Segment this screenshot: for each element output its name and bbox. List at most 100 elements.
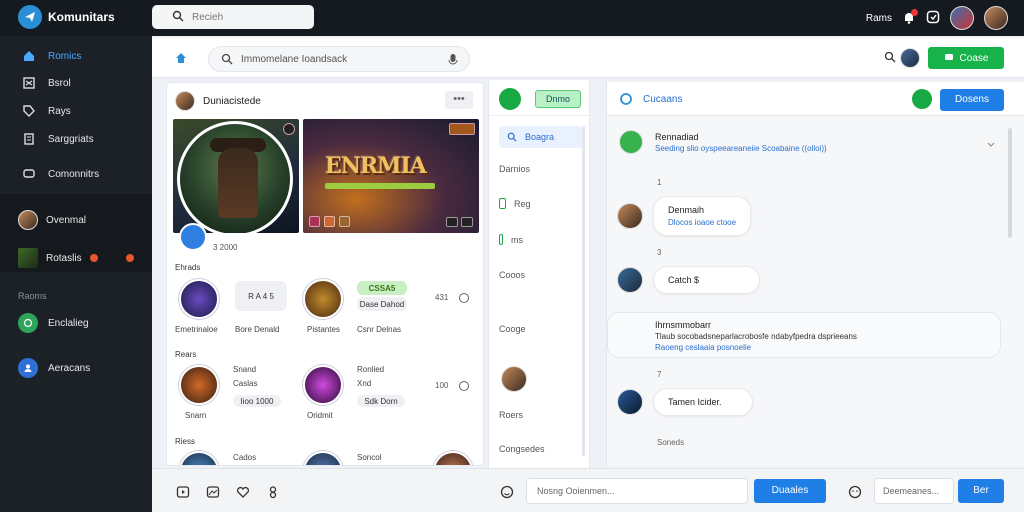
game-caption: Snarn xyxy=(185,411,207,420)
smile-icon[interactable] xyxy=(848,485,862,499)
message-bubble[interactable]: Tamen Icider. xyxy=(653,388,753,416)
category-label: Boagra xyxy=(525,132,555,142)
more-options-button[interactable]: ••• xyxy=(445,91,473,109)
heart-icon[interactable] xyxy=(236,485,250,499)
category-item[interactable]: Cooos xyxy=(499,270,525,280)
info-pill[interactable]: Dase Dahod xyxy=(357,297,407,311)
user-label[interactable]: Rams xyxy=(866,13,892,24)
image-icon[interactable] xyxy=(206,485,220,499)
thumbnail-row xyxy=(309,216,350,227)
reply-input[interactable]: Deemeanes... xyxy=(874,478,954,504)
grid-icon xyxy=(22,76,36,90)
sidebar-item-comonnitrs[interactable]: Comonnitrs xyxy=(0,162,152,186)
category-header: Dnmo xyxy=(489,80,589,116)
game-thumbnail[interactable] xyxy=(303,451,343,465)
search-placeholder: Recieh xyxy=(192,11,224,23)
avatar[interactable] xyxy=(984,6,1008,30)
info-pill[interactable]: Sdk Dorn xyxy=(357,395,405,407)
search-icon[interactable] xyxy=(884,51,896,66)
primary-button-label: Coase xyxy=(959,52,989,64)
sidebar-item-rays[interactable]: Rays xyxy=(0,99,152,123)
user-status-icon[interactable] xyxy=(912,89,932,109)
refresh-icon[interactable] xyxy=(459,381,469,391)
game-thumbnail[interactable] xyxy=(179,279,219,319)
game-thumbnail[interactable] xyxy=(179,365,219,405)
game-title: ENRMIA xyxy=(325,153,427,179)
sidebar-person[interactable]: Rotaslis xyxy=(0,246,152,270)
refresh-icon[interactable] xyxy=(459,293,469,303)
verified-badge-icon xyxy=(179,223,207,251)
game-banner[interactable]: ENRMIA xyxy=(303,119,479,233)
category-item[interactable]: Cooge xyxy=(499,324,526,334)
sidebar-item-bsrol[interactable]: Bsrol xyxy=(0,71,152,95)
category-item[interactable]: ms xyxy=(499,234,523,245)
avatar[interactable] xyxy=(950,6,974,30)
rating-pill[interactable]: R A 4 5 xyxy=(235,281,287,311)
search-icon xyxy=(172,10,184,22)
sidebar-channel[interactable]: Enclalieg xyxy=(0,311,152,335)
logo-icon[interactable] xyxy=(18,5,42,29)
people-icon[interactable] xyxy=(266,485,280,499)
message-text: Catch $ xyxy=(668,275,700,285)
message-subtext: Dlocos ioaoe ctooe xyxy=(668,218,737,227)
message-input[interactable]: Nosng Ooienmen... xyxy=(526,478,748,504)
globe-icon xyxy=(18,313,38,333)
filter-chip[interactable]: Dnmo xyxy=(535,90,581,108)
game-title: Snand xyxy=(233,365,257,374)
home-icon[interactable] xyxy=(174,51,188,68)
game-thumbnail[interactable] xyxy=(179,451,219,465)
hero-image[interactable] xyxy=(173,119,299,233)
add-icon[interactable] xyxy=(499,88,521,110)
sidebar-item-label: Ovenmal xyxy=(46,214,87,226)
avatar[interactable] xyxy=(617,267,643,293)
send-reply-button[interactable]: Ber xyxy=(958,479,1004,503)
category-item[interactable]: Darnios xyxy=(499,164,530,174)
message-bubble[interactable]: Denmaih Dlocos ioaoe ctooe xyxy=(653,196,752,236)
microphone-icon[interactable] xyxy=(447,53,459,67)
video-icon[interactable] xyxy=(176,485,190,499)
main-search-input[interactable]: Immomelane Ioandsack xyxy=(208,46,470,72)
game-thumbnail[interactable] xyxy=(303,279,343,319)
category-item[interactable]: Reg xyxy=(499,198,531,209)
category-item[interactable]: Roers xyxy=(499,410,523,420)
send-button[interactable]: Duaales xyxy=(754,479,826,503)
sidebar-item-label: Comonnitrs xyxy=(48,168,100,180)
emoji-icon[interactable] xyxy=(500,485,514,499)
tag-icon xyxy=(283,123,295,135)
chat-icon xyxy=(22,167,36,181)
category-item[interactable]: Boagra xyxy=(499,126,583,148)
avatar[interactable] xyxy=(175,91,195,111)
chat-action-button[interactable]: Dosens xyxy=(940,89,1004,111)
avatar[interactable] xyxy=(501,366,527,392)
sidebar-item-home[interactable]: Romics xyxy=(0,44,152,68)
scrollbar[interactable] xyxy=(582,126,585,456)
avatar[interactable] xyxy=(617,389,643,415)
category-item[interactable]: Congsedes xyxy=(499,444,545,454)
message-icon[interactable] xyxy=(926,10,940,27)
tag-icon xyxy=(22,104,36,118)
game-caption: Pistantes xyxy=(307,325,340,334)
system-link[interactable]: Raoeng ceslaaia posnoelie xyxy=(655,343,857,352)
sidebar-item-label: Rotaslis xyxy=(46,252,82,264)
chevron-down-icon[interactable] xyxy=(987,140,995,151)
section-label: Ehrads xyxy=(175,263,201,272)
system-text[interactable]: Seeding slio oyspeeareaneiie Scoabaine (… xyxy=(655,144,827,153)
game-subtitle: Caslas xyxy=(233,379,258,388)
search-text: Immomelane Ioandsack xyxy=(241,54,348,65)
avatar[interactable] xyxy=(900,48,920,68)
message-bubble[interactable]: Catch $ xyxy=(653,266,761,294)
category-panel: Dnmo Boagra Darnios Reg ms Cooos Cooge R… xyxy=(488,80,590,468)
game-thumbnail[interactable] xyxy=(303,365,343,405)
info-pill[interactable]: Iioo 1000 xyxy=(233,395,281,407)
sidebar-channel[interactable]: Aeracans xyxy=(0,356,152,380)
sidebar-item-sarggriats[interactable]: Sarggriats xyxy=(0,127,152,151)
global-search-input[interactable]: Recieh xyxy=(152,5,314,29)
avatar[interactable] xyxy=(433,451,473,465)
avatar[interactable] xyxy=(617,203,643,229)
scrollbar[interactable] xyxy=(1008,128,1012,238)
bell-icon[interactable] xyxy=(902,9,918,25)
feed-author[interactable]: Duniacistede xyxy=(203,96,261,107)
primary-button[interactable]: Coase xyxy=(928,47,1004,69)
sidebar-person[interactable]: Ovenmal xyxy=(0,208,152,232)
game-subtitle: Xnd xyxy=(357,379,372,388)
